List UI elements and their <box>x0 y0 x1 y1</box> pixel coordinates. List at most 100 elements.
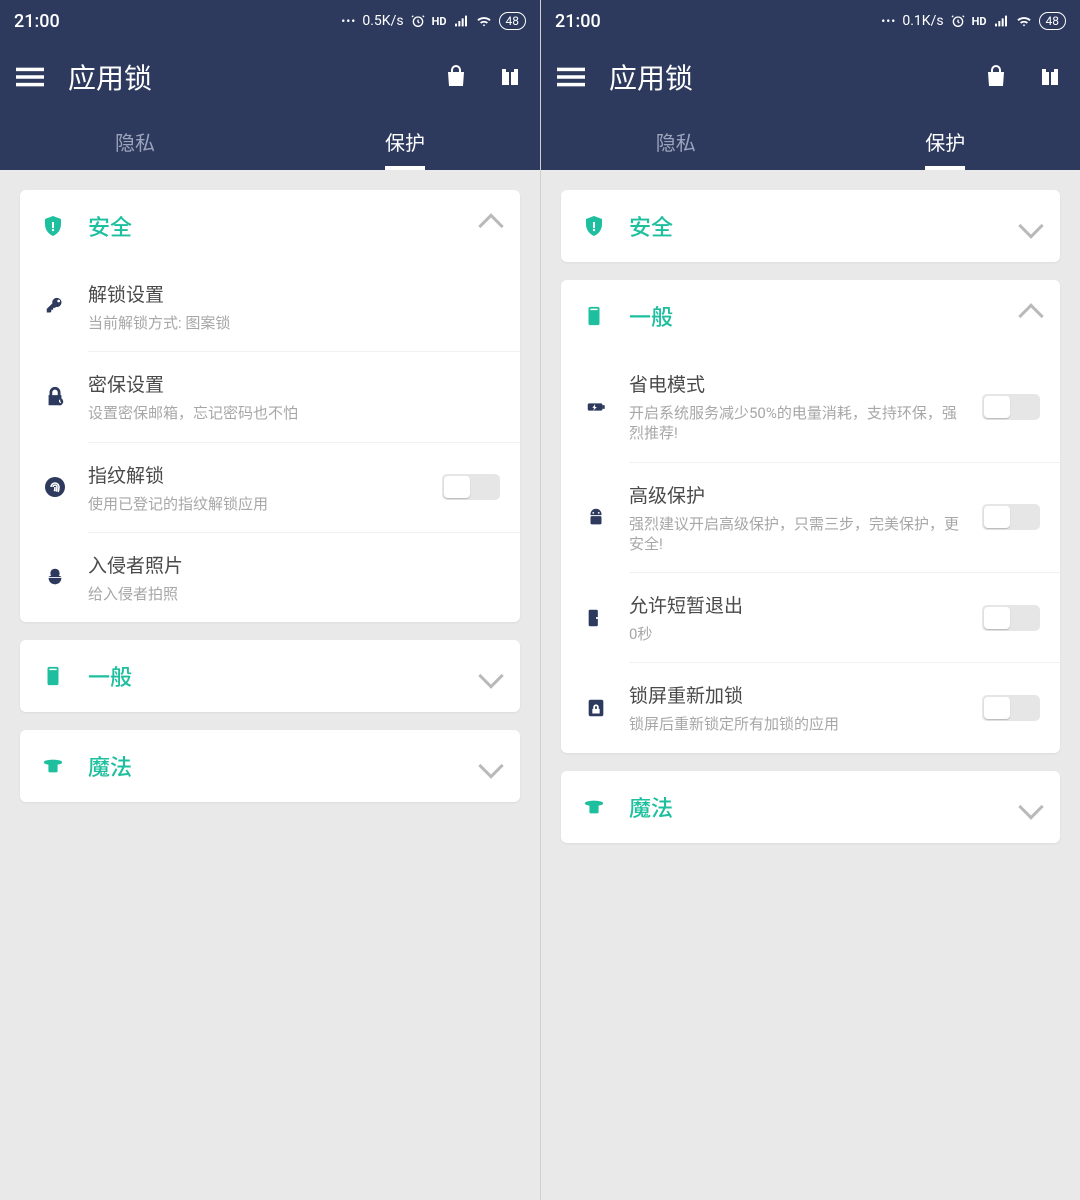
row-title: 解锁设置 <box>88 280 500 307</box>
section-header-security[interactable]: 安全 <box>561 190 1060 262</box>
section-header-magic[interactable]: 魔法 <box>561 771 1060 843</box>
content-area: 安全 一般 省电模式 开启系统服务减少5 <box>541 170 1080 1200</box>
section-title: 魔法 <box>629 791 1000 823</box>
app-title: 应用锁 <box>609 57 693 97</box>
section-header-magic[interactable]: 魔法 <box>20 730 520 802</box>
chevron-down-icon <box>1018 794 1043 819</box>
section-security: 安全 解锁设置 当前解锁方式: 图案锁 <box>20 190 520 622</box>
row-sub: 当前解锁方式: 图案锁 <box>88 313 500 333</box>
general-rows: 省电模式 开启系统服务减少50%的电量消耗，支持环保，强烈推荐! 高级保护 强烈… <box>561 352 1060 753</box>
toggle-fingerprint[interactable] <box>442 474 500 500</box>
status-time: 21:00 <box>14 11 60 32</box>
tab-privacy[interactable]: 隐私 <box>541 112 811 170</box>
appbar: 应用锁 <box>0 42 540 112</box>
row-power-saving[interactable]: 省电模式 开启系统服务减少50%的电量消耗，支持环保，强烈推荐! <box>629 352 1060 462</box>
android-icon <box>583 504 609 530</box>
row-sub: 使用已登记的指纹解锁应用 <box>88 494 420 514</box>
key-icon <box>42 294 68 320</box>
section-title: 安全 <box>629 210 1000 242</box>
row-relock[interactable]: 锁屏重新加锁 锁屏后重新锁定所有加锁的应用 <box>629 662 1060 752</box>
hd-icon: HD <box>432 15 447 28</box>
signal-icon <box>993 13 1009 29</box>
theme-icon[interactable] <box>1034 61 1066 93</box>
row-title: 锁屏重新加锁 <box>629 681 960 708</box>
appbar: 应用锁 <box>541 42 1080 112</box>
section-security: 安全 <box>561 190 1060 262</box>
status-indicators: 0.5K/s HD 48 <box>341 12 526 30</box>
row-brief-exit[interactable]: 允许短暂退出 0秒 <box>629 572 1060 662</box>
row-title: 省电模式 <box>629 370 960 397</box>
magic-hat-icon <box>40 753 66 779</box>
relock-icon <box>583 695 609 721</box>
wifi-icon <box>1015 13 1033 29</box>
more-icon <box>881 13 896 29</box>
section-general: 一般 省电模式 开启系统服务减少50%的电量消耗，支持环保，强烈推荐! <box>561 280 1060 753</box>
tabs: 隐私 保护 <box>541 112 1080 170</box>
toggle-relock[interactable] <box>982 695 1040 721</box>
spy-icon <box>42 564 68 590</box>
chevron-up-icon <box>1018 303 1043 328</box>
shield-icon <box>581 213 607 239</box>
app-title: 应用锁 <box>68 57 152 97</box>
row-title: 指纹解锁 <box>88 461 420 488</box>
signal-icon <box>453 13 469 29</box>
phone-right: 21:00 0.1K/s HD 48 应用锁 <box>540 0 1080 1200</box>
tab-protect[interactable]: 保护 <box>811 112 1080 170</box>
row-intruder[interactable]: 入侵者照片 给入侵者拍照 <box>88 532 520 622</box>
section-title: 魔法 <box>88 750 460 782</box>
row-unlock-settings[interactable]: 解锁设置 当前解锁方式: 图案锁 <box>88 262 520 351</box>
row-sub: 强烈建议开启高级保护，只需三步，完美保护，更安全! <box>629 514 960 555</box>
phone-icon <box>40 663 66 689</box>
status-net-speed: 0.5K/s <box>362 13 403 29</box>
row-title: 入侵者照片 <box>88 551 500 578</box>
phone-icon <box>581 303 607 329</box>
battery-saver-icon <box>583 394 609 420</box>
magic-hat-icon <box>581 794 607 820</box>
section-header-general[interactable]: 一般 <box>561 280 1060 352</box>
alarm-icon <box>410 13 426 29</box>
statusbar: 21:00 0.5K/s HD 48 <box>0 0 540 42</box>
status-time: 21:00 <box>555 11 601 32</box>
store-icon[interactable] <box>440 61 472 93</box>
row-title: 密保设置 <box>88 370 500 397</box>
chevron-down-icon <box>478 753 503 778</box>
tabs: 隐私 保护 <box>0 112 540 170</box>
chevron-down-icon <box>478 663 503 688</box>
toggle-advanced-protect[interactable] <box>982 504 1040 530</box>
section-magic: 魔法 <box>561 771 1060 843</box>
menu-icon[interactable] <box>555 61 587 93</box>
status-indicators: 0.1K/s HD 48 <box>881 12 1066 30</box>
wifi-icon <box>475 13 493 29</box>
more-icon <box>341 13 356 29</box>
toggle-brief-exit[interactable] <box>982 605 1040 631</box>
row-secret-settings[interactable]: 密保设置 设置密保邮箱，忘记密码也不怕 <box>88 351 520 441</box>
status-net-speed: 0.1K/s <box>902 13 943 29</box>
toggle-power-saving[interactable] <box>982 394 1040 420</box>
hd-icon: HD <box>972 15 987 28</box>
tab-protect[interactable]: 保护 <box>270 112 540 170</box>
store-icon[interactable] <box>980 61 1012 93</box>
row-fingerprint[interactable]: 指纹解锁 使用已登记的指纹解锁应用 <box>88 442 520 532</box>
menu-icon[interactable] <box>14 61 46 93</box>
phone-left: 21:00 0.5K/s HD 48 应用锁 <box>0 0 540 1200</box>
row-title: 高级保护 <box>629 481 960 508</box>
row-sub: 给入侵者拍照 <box>88 584 500 604</box>
row-title: 允许短暂退出 <box>629 591 960 618</box>
security-rows: 解锁设置 当前解锁方式: 图案锁 密保设置 设置密保邮箱，忘记密码也不怕 <box>20 262 520 622</box>
battery-pill: 48 <box>499 12 527 30</box>
section-header-general[interactable]: 一般 <box>20 640 520 712</box>
section-title: 一般 <box>629 300 1000 332</box>
row-sub: 开启系统服务减少50%的电量消耗，支持环保，强烈推荐! <box>629 403 960 444</box>
lock-icon <box>42 384 68 410</box>
theme-icon[interactable] <box>494 61 526 93</box>
section-general: 一般 <box>20 640 520 712</box>
section-header-security[interactable]: 安全 <box>20 190 520 262</box>
row-sub: 设置密保邮箱，忘记密码也不怕 <box>88 403 500 423</box>
chevron-down-icon <box>1018 213 1043 238</box>
content-area: 安全 解锁设置 当前解锁方式: 图案锁 <box>0 170 540 1200</box>
shield-icon <box>40 213 66 239</box>
row-advanced-protect[interactable]: 高级保护 强烈建议开启高级保护，只需三步，完美保护，更安全! <box>629 462 1060 573</box>
tab-privacy[interactable]: 隐私 <box>0 112 270 170</box>
section-title: 一般 <box>88 660 460 692</box>
row-sub: 锁屏后重新锁定所有加锁的应用 <box>629 714 960 734</box>
